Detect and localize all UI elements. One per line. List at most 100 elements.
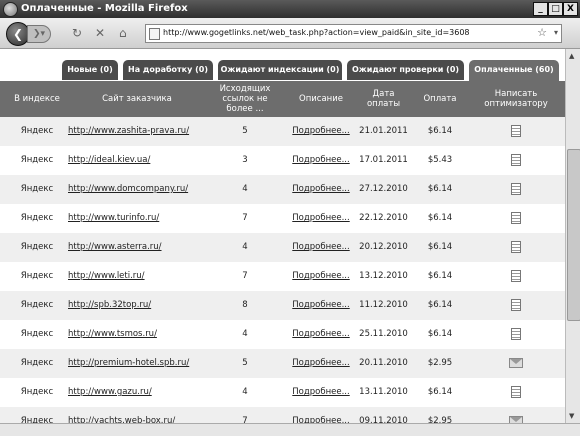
scroll-up-icon[interactable]: ▲ [569,52,574,60]
cell-index: Яндекс [20,271,54,281]
cell-site[interactable]: http://www.gazu.ru/ [68,387,152,397]
cell-links: 7 [242,416,248,423]
cell-description[interactable]: Подробнее... [292,155,349,165]
note-icon[interactable] [511,327,521,340]
cell-site[interactable]: http://yachts.web-box.ru/ [68,416,175,423]
table-row: Яндекс http://ideal.kiev.ua/3 Подробнее...… [0,146,565,175]
home-icon[interactable]: ⌂ [119,26,127,40]
cell-description-container: Подробнее... [286,117,356,146]
cell-description[interactable]: Подробнее... [292,387,349,397]
reload-icon[interactable]: ↻ [72,26,82,40]
note-icon[interactable] [511,240,521,253]
cell-links-container: 4 [212,320,278,349]
cell-payment: $6.14 [427,329,453,339]
col-date[interactable]: Дата оплаты [356,83,411,115]
url-text[interactable]: http://www.gogetlinks.net/web_task.php?a… [163,28,470,37]
cell-site[interactable]: http://www.turinfo.ru/ [68,213,159,223]
cell-site[interactable]: http://spb.32top.ru/ [68,300,151,310]
cell-index-container: Яндекс [12,407,62,423]
horizontal-scrollbar[interactable] [0,423,580,436]
tab-awaiting-index[interactable]: Ожидают индексации (0) [218,60,342,80]
maximize-button[interactable]: □ [548,2,563,16]
col-index[interactable]: В индексе [12,83,62,115]
cell-description[interactable]: Подробнее... [292,213,349,223]
cell-description[interactable]: Подробнее... [292,358,349,368]
cell-site[interactable]: http://www.zashita-prava.ru/ [68,126,189,136]
address-bar[interactable]: http://www.gogetlinks.net/web_task.php?a… [145,24,562,43]
page-content: Новые (0) На доработку (0) Ожидают индек… [0,49,565,423]
tab-rework[interactable]: На доработку (0) [123,60,213,80]
cell-payment: $6.14 [427,387,453,397]
cell-description-container: Подробнее... [286,175,356,204]
cell-description[interactable]: Подробнее... [292,271,349,281]
col-description[interactable]: Описание [286,83,356,115]
cell-payment-container: $5.43 [411,146,469,175]
tab-new[interactable]: Новые (0) [62,60,118,80]
col-payment[interactable]: Оплата [411,83,469,115]
note-icon[interactable] [511,269,521,282]
cell-payment-container: $6.14 [411,233,469,262]
table-header: В индексе Сайт заказчика Исходящих ссыло… [0,81,565,117]
cell-index: Яндекс [20,329,54,339]
cell-description-container: Подробнее... [286,320,356,349]
cell-write-optimizer [472,175,560,204]
cell-site[interactable]: http://www.asterra.ru/ [68,242,162,252]
minimize-button[interactable]: _ [533,2,548,16]
cell-payment-container: $6.14 [411,175,469,204]
col-write-optimizer: Написать оптимизатору [484,89,548,109]
forward-icon[interactable]: ❯▾ [27,25,51,43]
cell-site[interactable]: http://www.leti.ru/ [68,271,145,281]
vertical-scrollbar[interactable]: ▲ ▼ [565,49,580,423]
cell-description[interactable]: Подробнее... [292,126,349,136]
table-row: Яндекс http://www.turinfo.ru/7 Подробнее..… [0,204,565,233]
cell-links: 5 [242,126,248,136]
cell-links-container: 4 [212,175,278,204]
cell-index-container: Яндекс [12,175,62,204]
cell-description-container: Подробнее... [286,146,356,175]
cell-site[interactable]: http://premium-hotel.spb.ru/ [68,358,189,368]
cell-index: Яндекс [20,300,54,310]
star-icon[interactable]: ☆ [537,26,547,39]
cell-payment-container: $6.14 [411,378,469,407]
cell-description-container: Подробнее... [286,233,356,262]
note-icon[interactable] [511,385,521,398]
note-icon[interactable] [511,153,521,166]
note-icon[interactable] [511,182,521,195]
table-row: Яндекс http://www.domcompany.ru/4 Подробне… [0,175,565,204]
table-row: Яндекс http://spb.32top.ru/8 Подробнее... 1… [0,291,565,320]
cell-site[interactable]: http://www.tsmos.ru/ [68,329,157,339]
cell-links-container: 5 [212,117,278,146]
tab-paid[interactable]: Оплаченные (60) [469,60,559,81]
cell-site-container: http://www.zashita-prava.ru/ [62,117,218,146]
cell-links-container: 8 [212,291,278,320]
scroll-down-icon[interactable]: ▼ [569,412,574,420]
cell-site-container: http://www.turinfo.ru/ [62,204,218,233]
cell-description[interactable]: Подробнее... [292,184,349,194]
cell-site[interactable]: http://ideal.kiev.ua/ [68,155,150,165]
cell-index: Яндекс [20,242,54,252]
cell-site[interactable]: http://www.domcompany.ru/ [68,184,188,194]
tab-awaiting-check[interactable]: Ожидают проверки (0) [347,60,464,80]
note-icon[interactable] [511,124,521,137]
note-icon[interactable] [511,298,521,311]
envelope-icon[interactable] [509,357,523,368]
cell-links: 7 [242,213,248,223]
cell-description[interactable]: Подробнее... [292,300,349,310]
close-button[interactable]: X [563,2,578,16]
note-icon[interactable] [511,211,521,224]
cell-payment-container: $6.14 [411,204,469,233]
col-links[interactable]: Исходящих ссылок не более ... [212,83,278,115]
cell-index-container: Яндекс [12,204,62,233]
cell-description[interactable]: Подробнее... [292,416,349,423]
chevron-down-icon[interactable]: ▾ [554,28,558,37]
cell-description-container: Подробнее... [286,262,356,291]
cell-write-optimizer [472,349,560,378]
stop-icon[interactable]: ✕ [95,26,105,40]
cell-description[interactable]: Подробнее... [292,329,349,339]
cell-links-container: 7 [212,262,278,291]
col-site[interactable]: Сайт заказчика [62,83,212,115]
cell-description[interactable]: Подробнее... [292,242,349,252]
cell-index: Яндекс [20,416,54,423]
scrollbar-thumb[interactable] [567,149,580,321]
envelope-icon[interactable] [509,415,523,423]
